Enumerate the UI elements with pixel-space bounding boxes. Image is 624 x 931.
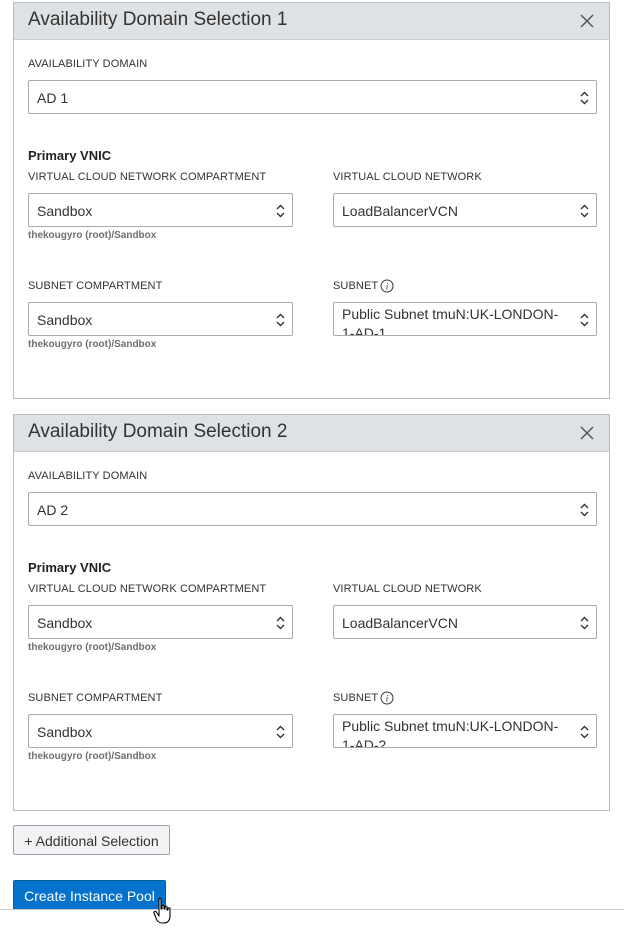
subnet-compartment-label: SUBNET COMPARTMENT bbox=[28, 280, 163, 292]
chevron-up-down-icon bbox=[580, 91, 589, 105]
close-icon[interactable] bbox=[579, 425, 595, 441]
chevron-up-down-icon bbox=[580, 313, 589, 327]
subnet-select[interactable]: Public Subnet tmuN:UK-LONDON-1-AD-1 bbox=[333, 302, 597, 336]
chevron-up-down-icon bbox=[580, 725, 589, 739]
subnet-label: SUBNET bbox=[333, 280, 379, 292]
vcn-value: LoadBalancerVCN bbox=[342, 203, 458, 219]
subnet-value: Public Subnet tmuN:UK-LONDON-1-AD-2 bbox=[342, 718, 559, 747]
subnet-label: SUBNET bbox=[333, 692, 379, 704]
subnet-compartment-path: thekougyro (root)/Sandbox bbox=[28, 751, 157, 762]
chevron-up-down-icon bbox=[580, 503, 589, 517]
chevron-up-down-icon bbox=[276, 616, 285, 630]
panel-title: Availability Domain Selection 2 bbox=[28, 421, 288, 442]
vcn-select[interactable]: LoadBalancerVCN bbox=[333, 605, 597, 639]
chevron-up-down-icon bbox=[276, 725, 285, 739]
chevron-up-down-icon bbox=[276, 204, 285, 218]
footer-divider bbox=[0, 909, 624, 910]
availability-domain-value: AD 1 bbox=[37, 90, 69, 106]
panel-title: Availability Domain Selection 1 bbox=[28, 9, 288, 30]
panel-header: Availability Domain Selection 1 bbox=[14, 3, 609, 40]
subnet-select[interactable]: Public Subnet tmuN:UK-LONDON-1-AD-2 bbox=[333, 714, 597, 748]
vcn-label: VIRTUAL CLOUD NETWORK bbox=[333, 583, 482, 595]
svg-text:i: i bbox=[386, 282, 389, 292]
vcn-compartment-path: thekougyro (root)/Sandbox bbox=[28, 230, 157, 241]
ad-selection-panel-1: Availability Domain Selection 1 AVAILABI… bbox=[13, 2, 610, 399]
vcn-compartment-select[interactable]: Sandbox bbox=[28, 605, 293, 639]
primary-vnic-heading: Primary VNIC bbox=[28, 148, 112, 163]
subnet-compartment-value: Sandbox bbox=[37, 312, 93, 328]
info-icon[interactable]: i bbox=[380, 279, 394, 293]
chevron-up-down-icon bbox=[580, 616, 589, 630]
availability-domain-select[interactable]: AD 1 bbox=[28, 80, 597, 114]
create-instance-pool-button[interactable]: Create Instance Pool bbox=[13, 880, 166, 910]
subnet-compartment-path: thekougyro (root)/Sandbox bbox=[28, 339, 157, 350]
vcn-compartment-label: VIRTUAL CLOUD NETWORK COMPARTMENT bbox=[28, 171, 267, 183]
hand-pointer-icon bbox=[153, 897, 171, 924]
info-icon[interactable]: i bbox=[380, 691, 394, 705]
panel-header: Availability Domain Selection 2 bbox=[14, 415, 609, 452]
chevron-up-down-icon bbox=[580, 204, 589, 218]
primary-vnic-heading: Primary VNIC bbox=[28, 560, 112, 575]
vcn-select[interactable]: LoadBalancerVCN bbox=[333, 193, 597, 227]
additional-selection-button[interactable]: + Additional Selection bbox=[13, 825, 170, 855]
availability-domain-label: AVAILABILITY DOMAIN bbox=[28, 470, 148, 482]
subnet-compartment-value: Sandbox bbox=[37, 724, 93, 740]
subnet-compartment-select[interactable]: Sandbox bbox=[28, 302, 293, 336]
vcn-compartment-label: VIRTUAL CLOUD NETWORK COMPARTMENT bbox=[28, 583, 267, 595]
svg-text:i: i bbox=[386, 694, 389, 704]
availability-domain-value: AD 2 bbox=[37, 502, 69, 518]
vcn-compartment-value: Sandbox bbox=[37, 615, 93, 631]
vcn-label: VIRTUAL CLOUD NETWORK bbox=[333, 171, 482, 183]
chevron-up-down-icon bbox=[276, 313, 285, 327]
availability-domain-label: AVAILABILITY DOMAIN bbox=[28, 58, 148, 70]
vcn-compartment-value: Sandbox bbox=[37, 203, 93, 219]
availability-domain-select[interactable]: AD 2 bbox=[28, 492, 597, 526]
ad-selection-panel-2: Availability Domain Selection 2 AVAILABI… bbox=[13, 414, 610, 811]
subnet-value: Public Subnet tmuN:UK-LONDON-1-AD-1 bbox=[342, 306, 559, 335]
subnet-compartment-select[interactable]: Sandbox bbox=[28, 714, 293, 748]
subnet-compartment-label: SUBNET COMPARTMENT bbox=[28, 692, 163, 704]
close-icon[interactable] bbox=[579, 13, 595, 29]
vcn-compartment-path: thekougyro (root)/Sandbox bbox=[28, 642, 157, 653]
vcn-compartment-select[interactable]: Sandbox bbox=[28, 193, 293, 227]
vcn-value: LoadBalancerVCN bbox=[342, 615, 458, 631]
